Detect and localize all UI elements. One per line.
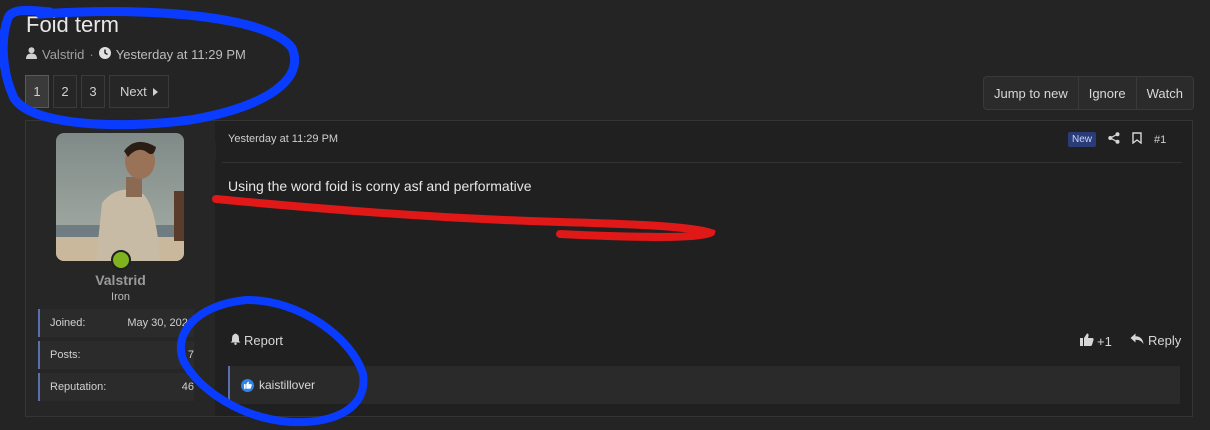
stat-label: Posts: bbox=[50, 349, 81, 361]
thread-author-link[interactable]: Valstrid bbox=[42, 47, 84, 62]
next-page-button[interactable]: Next bbox=[109, 75, 169, 108]
reply-label: Reply bbox=[1148, 333, 1182, 348]
reply-button[interactable]: Reply bbox=[1130, 333, 1181, 348]
report-label: Report bbox=[244, 333, 284, 348]
caret-right-icon bbox=[152, 84, 158, 99]
like-reaction-icon bbox=[241, 378, 254, 392]
page-3-button[interactable]: 3 bbox=[81, 75, 105, 108]
meta-separator: · bbox=[89, 47, 94, 62]
reactions-bar[interactable]: kaistillover bbox=[228, 366, 1180, 404]
user-icon bbox=[26, 47, 37, 62]
reply-icon bbox=[1130, 333, 1144, 348]
username-link[interactable]: Valstrid bbox=[26, 272, 215, 288]
stat-label: Reputation: bbox=[50, 381, 107, 393]
stat-value: 7 bbox=[187, 349, 194, 361]
report-button[interactable]: Report bbox=[230, 333, 283, 348]
react-button[interactable]: +1 bbox=[1080, 333, 1112, 349]
bell-icon bbox=[230, 333, 241, 348]
page-1-button[interactable]: 1 bbox=[25, 75, 49, 108]
ignore-button[interactable]: Ignore bbox=[1077, 77, 1136, 109]
stat-value: 46 bbox=[181, 381, 194, 393]
post-time-link[interactable]: Yesterday at 11:29 PM bbox=[228, 133, 338, 145]
jump-to-new-button[interactable]: Jump to new bbox=[984, 77, 1078, 109]
thread-time[interactable]: Yesterday at 11:29 PM bbox=[116, 47, 246, 62]
pagination: 1 2 3 Next bbox=[25, 75, 169, 108]
user-rank: Iron bbox=[111, 291, 130, 303]
stat-joined: Joined: May 30, 2026 bbox=[38, 309, 194, 337]
bookmark-icon[interactable] bbox=[1132, 132, 1142, 147]
new-badge: New bbox=[1068, 132, 1097, 147]
thread-title: Foid term bbox=[26, 12, 119, 37]
post-content: Using the word foid is corny asf and per… bbox=[228, 178, 532, 194]
next-label: Next bbox=[120, 84, 147, 99]
post-header-actions: New #1 bbox=[1068, 132, 1166, 147]
watch-button[interactable]: Watch bbox=[1135, 77, 1193, 109]
post-number-link[interactable]: #1 bbox=[1154, 134, 1166, 146]
stat-posts: Posts: 7 bbox=[38, 341, 194, 369]
post-divider bbox=[222, 162, 1182, 163]
stat-reputation: Reputation: 46 bbox=[38, 373, 194, 401]
page-2-button[interactable]: 2 bbox=[53, 75, 77, 108]
post-pointer-arrow bbox=[205, 141, 216, 161]
avatar[interactable] bbox=[56, 133, 184, 261]
stat-label: Joined: bbox=[50, 317, 86, 329]
thumbs-up-icon bbox=[1080, 333, 1094, 349]
share-icon[interactable] bbox=[1108, 132, 1120, 147]
thread-action-group: Jump to new Ignore Watch bbox=[983, 76, 1194, 110]
stat-value: May 30, 2026 bbox=[127, 317, 194, 329]
clock-icon bbox=[98, 47, 111, 62]
online-status-indicator bbox=[111, 250, 131, 270]
react-count: +1 bbox=[1097, 333, 1112, 349]
thread-meta: Valstrid · Yesterday at 11:29 PM bbox=[26, 47, 246, 62]
reactions-user-link[interactable]: kaistillover bbox=[259, 378, 315, 392]
